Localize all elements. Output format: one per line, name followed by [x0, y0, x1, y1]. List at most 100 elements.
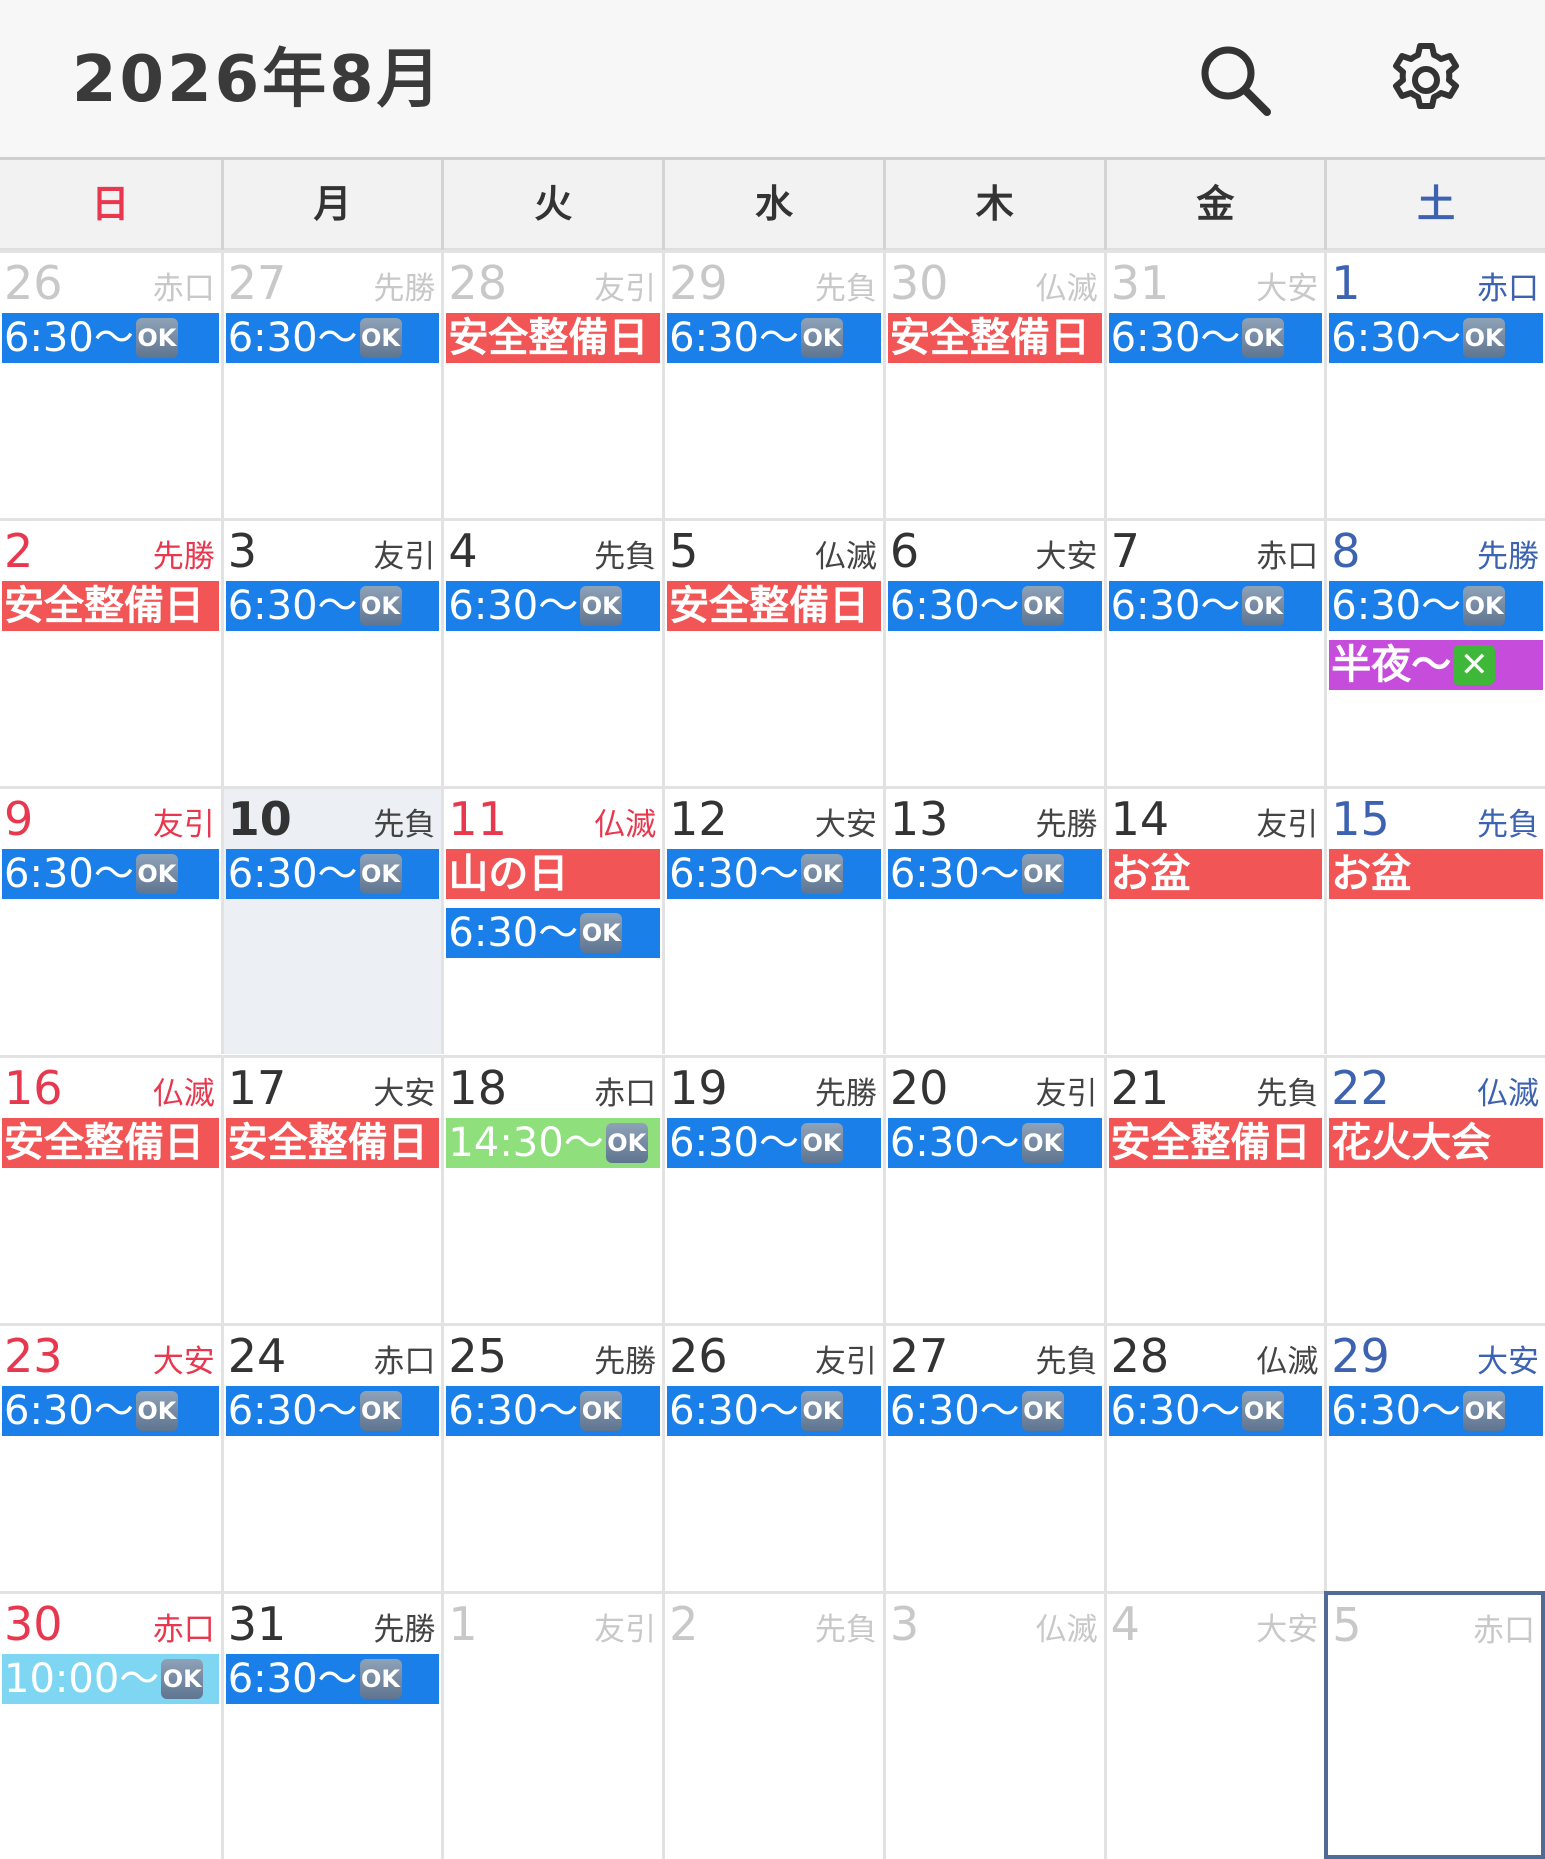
- day-cell[interactable]: 3 仏滅: [882, 1590, 1104, 1859]
- day-cell[interactable]: 4 先負 6:30〜 OK: [441, 518, 663, 787]
- event-chip[interactable]: お盆: [1108, 849, 1323, 900]
- day-cell[interactable]: 5 赤口: [1324, 1590, 1545, 1859]
- event-chip[interactable]: 6:30〜 OK: [1329, 313, 1543, 363]
- day-cell[interactable]: 8 先勝 6:30〜 OK 半夜〜 ✕: [1324, 518, 1545, 787]
- event-chip[interactable]: 安全整備日: [2, 1117, 219, 1168]
- event-chip[interactable]: 安全整備日: [1108, 1117, 1323, 1168]
- day-cell[interactable]: 4 大安: [1103, 1590, 1325, 1859]
- day-cell[interactable]: 29 大安 6:30〜 OK: [1324, 1322, 1545, 1591]
- event-chip[interactable]: 6:30〜 OK: [446, 908, 661, 959]
- event-title: 6:30〜: [227, 1655, 358, 1702]
- day-cell[interactable]: 9 友引 6:30〜 OK: [0, 786, 221, 1055]
- event-chip[interactable]: 6:30〜 OK: [1108, 1385, 1323, 1436]
- day-number: 1: [1331, 256, 1361, 310]
- event-chip[interactable]: 6:30〜 OK: [2, 313, 219, 363]
- day-cell[interactable]: 20 友引 6:30〜 OK: [882, 1054, 1104, 1323]
- month-title[interactable]: 2026年8月: [72, 40, 444, 120]
- event-chip[interactable]: 6:30〜 OK: [225, 313, 440, 363]
- day-cell[interactable]: 7 赤口 6:30〜 OK: [1103, 518, 1325, 787]
- day-cell[interactable]: 24 赤口 6:30〜 OK: [220, 1322, 442, 1591]
- event-chip[interactable]: 6:30〜 OK: [1108, 313, 1323, 363]
- event-chip[interactable]: 6:30〜 OK: [1329, 581, 1543, 632]
- day-cell[interactable]: 2 先負: [662, 1590, 883, 1859]
- event-chip[interactable]: 6:30〜 OK: [225, 1385, 440, 1436]
- day-cell[interactable]: 23 大安 6:30〜 OK: [0, 1322, 221, 1591]
- day-cell[interactable]: 6 大安 6:30〜 OK: [882, 518, 1104, 787]
- day-cell[interactable]: 17 大安 安全整備日: [220, 1054, 442, 1323]
- day-cell[interactable]: 5 仏滅 安全整備日: [662, 518, 883, 787]
- day-cell[interactable]: 31 大安 6:30〜 OK: [1103, 250, 1325, 519]
- day-number: 16: [4, 1060, 63, 1115]
- event-chip[interactable]: 安全整備日: [446, 313, 661, 363]
- event-chip[interactable]: 6:30〜 OK: [446, 581, 661, 632]
- event-title: 6:30〜: [1110, 315, 1241, 361]
- event-chip[interactable]: 6:30〜 OK: [1329, 1385, 1543, 1436]
- day-cell[interactable]: 22 仏滅 花火大会: [1324, 1054, 1545, 1323]
- day-cell[interactable]: 10 先負 6:30〜 OK: [220, 786, 442, 1055]
- event-chip[interactable]: 6:30〜 OK: [667, 313, 881, 363]
- rokuyo-label: 先勝: [594, 1343, 657, 1380]
- event-chip[interactable]: 安全整備日: [667, 581, 881, 632]
- day-cell[interactable]: 21 先負 安全整備日: [1103, 1054, 1325, 1323]
- search-icon[interactable]: [1195, 40, 1275, 120]
- rokuyo-label: 先負: [1035, 1343, 1098, 1380]
- day-cell[interactable]: 26 赤口 6:30〜 OK: [0, 250, 221, 519]
- day-cell[interactable]: 27 先勝 6:30〜 OK: [220, 250, 442, 519]
- day-cell[interactable]: 25 先勝 6:30〜 OK: [441, 1322, 663, 1591]
- event-chip[interactable]: 6:30〜 OK: [667, 849, 881, 900]
- day-cell[interactable]: 2 先勝 安全整備日: [0, 518, 221, 787]
- day-cell[interactable]: 1 赤口 6:30〜 OK: [1324, 250, 1545, 519]
- day-cell[interactable]: 13 先勝 6:30〜 OK: [882, 786, 1104, 1055]
- day-cell[interactable]: 3 友引 6:30〜 OK: [220, 518, 442, 787]
- day-cell[interactable]: 29 先負 6:30〜 OK: [662, 250, 883, 519]
- event-title: お盆: [1110, 851, 1191, 898]
- day-cell[interactable]: 18 赤口 14:30〜 OK: [441, 1054, 663, 1323]
- event-chip[interactable]: 安全整備日: [225, 1117, 440, 1168]
- event-chip[interactable]: 6:30〜 OK: [225, 849, 440, 900]
- event-chip[interactable]: 6:30〜 OK: [225, 1653, 440, 1704]
- day-cell[interactable]: 14 友引 お盆: [1103, 786, 1325, 1055]
- event-chip[interactable]: 山の日: [446, 849, 661, 900]
- rokuyo-label: 先負: [373, 807, 436, 844]
- day-number: 19: [669, 1060, 728, 1115]
- rokuyo-label: 友引: [1256, 807, 1319, 844]
- gear-icon[interactable]: [1386, 40, 1466, 120]
- event-chip[interactable]: 安全整備日: [887, 313, 1102, 363]
- day-cell[interactable]: 28 仏滅 6:30〜 OK: [1103, 1322, 1325, 1591]
- event-chip[interactable]: 6:30〜 OK: [887, 1385, 1102, 1436]
- event-chip[interactable]: 安全整備日: [2, 581, 219, 632]
- event-chip[interactable]: 10:00〜 OK: [2, 1653, 219, 1704]
- day-number: 3: [889, 1596, 920, 1651]
- day-cell[interactable]: 26 友引 6:30〜 OK: [662, 1322, 883, 1591]
- day-cell[interactable]: 15 先負 お盆: [1324, 786, 1545, 1055]
- day-cell[interactable]: 1 友引: [441, 1590, 663, 1859]
- event-chip[interactable]: お盆: [1329, 849, 1543, 900]
- event-chip[interactable]: 6:30〜 OK: [887, 849, 1102, 900]
- event-chip[interactable]: 6:30〜 OK: [887, 1117, 1102, 1168]
- day-cell[interactable]: 16 仏滅 安全整備日: [0, 1054, 221, 1323]
- day-cell[interactable]: 30 赤口 10:00〜 OK: [0, 1590, 221, 1859]
- day-cell[interactable]: 19 先勝 6:30〜 OK: [662, 1054, 883, 1323]
- ok-icon: OK: [1021, 854, 1064, 895]
- event-title: 安全整備日: [889, 315, 1090, 361]
- day-cell[interactable]: 12 大安 6:30〜 OK: [662, 786, 883, 1055]
- day-cell[interactable]: 27 先負 6:30〜 OK: [882, 1322, 1104, 1591]
- event-chip[interactable]: 6:30〜 OK: [2, 1385, 219, 1436]
- event-chip[interactable]: 半夜〜 ✕: [1329, 640, 1543, 691]
- event-chip[interactable]: 6:30〜 OK: [446, 1385, 661, 1436]
- event-chip[interactable]: 6:30〜 OK: [1108, 581, 1323, 632]
- event-title: 山の日: [448, 851, 569, 898]
- event-chip[interactable]: 14:30〜 OK: [446, 1117, 661, 1168]
- rokuyo-label: 友引: [1035, 1075, 1098, 1112]
- event-chip[interactable]: 6:30〜 OK: [667, 1385, 881, 1436]
- day-cell[interactable]: 28 友引 安全整備日: [441, 250, 663, 519]
- event-chip[interactable]: 6:30〜 OK: [225, 581, 440, 632]
- event-chip[interactable]: 6:30〜 OK: [2, 849, 219, 900]
- day-cell[interactable]: 11 仏滅 山の日 6:30〜 OK: [441, 786, 663, 1055]
- event-title: 6:30〜: [669, 851, 799, 898]
- event-chip[interactable]: 6:30〜 OK: [667, 1117, 881, 1168]
- event-chip[interactable]: 花火大会: [1329, 1117, 1543, 1168]
- day-cell[interactable]: 31 先勝 6:30〜 OK: [220, 1590, 442, 1859]
- day-cell[interactable]: 30 仏滅 安全整備日: [882, 250, 1104, 519]
- event-chip[interactable]: 6:30〜 OK: [887, 581, 1102, 632]
